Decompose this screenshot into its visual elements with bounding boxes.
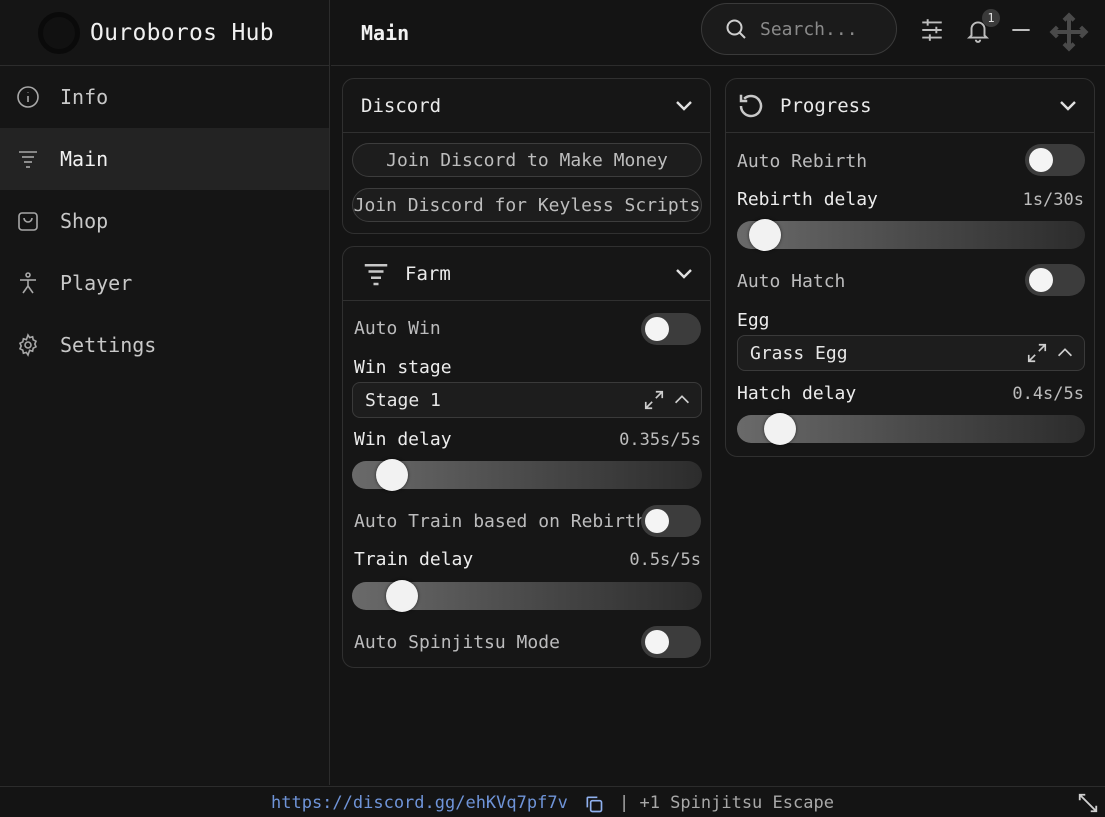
- farm-card: Farm Auto Win Win stage Stage 1 Win dela…: [342, 246, 711, 668]
- hatch-delay-label: Hatch delay: [737, 383, 857, 404]
- slider-handle[interactable]: [376, 459, 408, 491]
- auto-spinjitsu-label: Auto Spinjitsu Mode: [354, 632, 560, 653]
- train-delay-value: 0.5s/5s: [629, 550, 701, 570]
- auto-rebirth-toggle[interactable]: [1025, 144, 1085, 176]
- list-filter-icon: [16, 147, 40, 171]
- win-stage-value: Stage 1: [365, 389, 441, 411]
- gear-icon: [16, 333, 40, 357]
- progress-card: Progress Auto Rebirth Rebirth delay 1s/3…: [725, 78, 1095, 457]
- auto-hatch-toggle[interactable]: [1025, 264, 1085, 296]
- footer: https://discord.gg/ehKVq7pf7v | +1 Spinj…: [0, 786, 1105, 817]
- join-discord-money-button[interactable]: Join Discord to Make Money: [352, 143, 702, 177]
- auto-win-label: Auto Win: [354, 318, 441, 339]
- chevron-up-icon[interactable]: [671, 389, 693, 411]
- copy-icon[interactable]: [584, 794, 604, 814]
- notification-badge: 1: [982, 9, 1000, 27]
- footer-status-text: | +1 Spinjitsu Escape: [619, 793, 834, 813]
- app-logo: [38, 11, 80, 54]
- toggle-knob: [1029, 268, 1053, 292]
- discord-card: Discord Join Discord to Make Money Join …: [342, 78, 711, 234]
- sidebar-item-shop[interactable]: Shop: [0, 190, 329, 252]
- search-icon: [726, 19, 746, 39]
- auto-train-toggle[interactable]: [641, 505, 701, 537]
- win-stage-label: Win stage: [354, 357, 452, 378]
- slider-handle[interactable]: [764, 413, 796, 445]
- auto-win-toggle[interactable]: [641, 313, 701, 345]
- settings-sliders-icon[interactable]: [918, 16, 946, 44]
- sidebar-item-label: Info: [60, 85, 109, 109]
- toggle-knob: [645, 317, 669, 341]
- expand-icon[interactable]: [643, 389, 665, 411]
- win-delay-slider[interactable]: [352, 459, 702, 491]
- shopping-bag-icon: [16, 209, 40, 233]
- win-delay-label: Win delay: [354, 429, 452, 450]
- sidebar-item-info[interactable]: Info: [0, 66, 329, 128]
- resize-icon[interactable]: [1077, 792, 1099, 814]
- sidebar-item-label: Settings: [60, 333, 157, 357]
- discord-card-header[interactable]: Discord: [343, 79, 710, 133]
- auto-spinjitsu-toggle[interactable]: [641, 626, 701, 658]
- card-title: Discord: [361, 94, 442, 117]
- notification-bell-icon[interactable]: 1: [964, 9, 1000, 44]
- info-icon: [16, 85, 40, 109]
- toggle-knob: [645, 630, 669, 654]
- rebirth-delay-value: 1s/30s: [1022, 190, 1084, 210]
- auto-rebirth-label: Auto Rebirth: [737, 151, 868, 172]
- move-icon[interactable]: [1049, 12, 1089, 52]
- rebirth-delay-label: Rebirth delay: [737, 189, 878, 210]
- search-input[interactable]: [760, 18, 880, 40]
- sidebar-item-player[interactable]: Player: [0, 252, 329, 314]
- chevron-down-icon[interactable]: [672, 262, 696, 286]
- card-title: Progress: [780, 94, 872, 117]
- auto-train-label: Auto Train based on Rebirth: [354, 511, 647, 532]
- hatch-delay-slider[interactable]: [737, 413, 1085, 445]
- train-delay-slider[interactable]: [352, 580, 702, 612]
- chevron-up-icon[interactable]: [1054, 342, 1076, 364]
- farm-card-header[interactable]: Farm: [343, 247, 710, 301]
- toggle-knob: [645, 509, 669, 533]
- sidebar-item-label: Shop: [60, 209, 109, 233]
- chevron-down-icon[interactable]: [1056, 94, 1080, 118]
- search-box[interactable]: [701, 3, 897, 55]
- slider-handle[interactable]: [749, 219, 781, 251]
- refresh-icon: [736, 91, 766, 121]
- toggle-knob: [1029, 148, 1053, 172]
- person-icon: [16, 271, 40, 295]
- discord-invite-link[interactable]: https://discord.gg/ehKVq7pf7v: [271, 793, 568, 813]
- win-delay-value: 0.35s/5s: [619, 430, 701, 450]
- expand-icon[interactable]: [1026, 342, 1048, 364]
- sidebar-item-settings[interactable]: Settings: [0, 314, 329, 376]
- train-delay-label: Train delay: [354, 549, 474, 570]
- rebirth-delay-slider[interactable]: [737, 219, 1085, 251]
- list-filter-icon: [361, 259, 391, 289]
- sidebar: Ouroboros Hub Info Main Shop Player Sett…: [0, 0, 330, 785]
- hatch-delay-value: 0.4s/5s: [1012, 384, 1084, 404]
- chevron-down-icon[interactable]: [672, 94, 696, 118]
- egg-value: Grass Egg: [750, 342, 848, 364]
- sidebar-item-label: Player: [60, 271, 133, 295]
- page-title: Main: [361, 20, 410, 45]
- card-title: Farm: [405, 262, 451, 285]
- join-discord-keyless-button[interactable]: Join Discord for Keyless Scripts: [352, 188, 702, 222]
- slider-handle[interactable]: [386, 580, 418, 612]
- header: Main 1: [331, 0, 1105, 66]
- auto-hatch-label: Auto Hatch: [737, 271, 846, 292]
- egg-label: Egg: [737, 310, 770, 331]
- win-stage-dropdown[interactable]: Stage 1: [352, 382, 702, 418]
- progress-card-header[interactable]: Progress: [726, 79, 1094, 133]
- sidebar-item-label: Main: [60, 147, 109, 171]
- brand: Ouroboros Hub: [0, 0, 329, 66]
- egg-dropdown[interactable]: Grass Egg: [737, 335, 1085, 371]
- sidebar-item-main[interactable]: Main: [0, 128, 329, 190]
- minimize-icon[interactable]: [1007, 16, 1035, 44]
- app-title: Ouroboros Hub: [90, 19, 274, 46]
